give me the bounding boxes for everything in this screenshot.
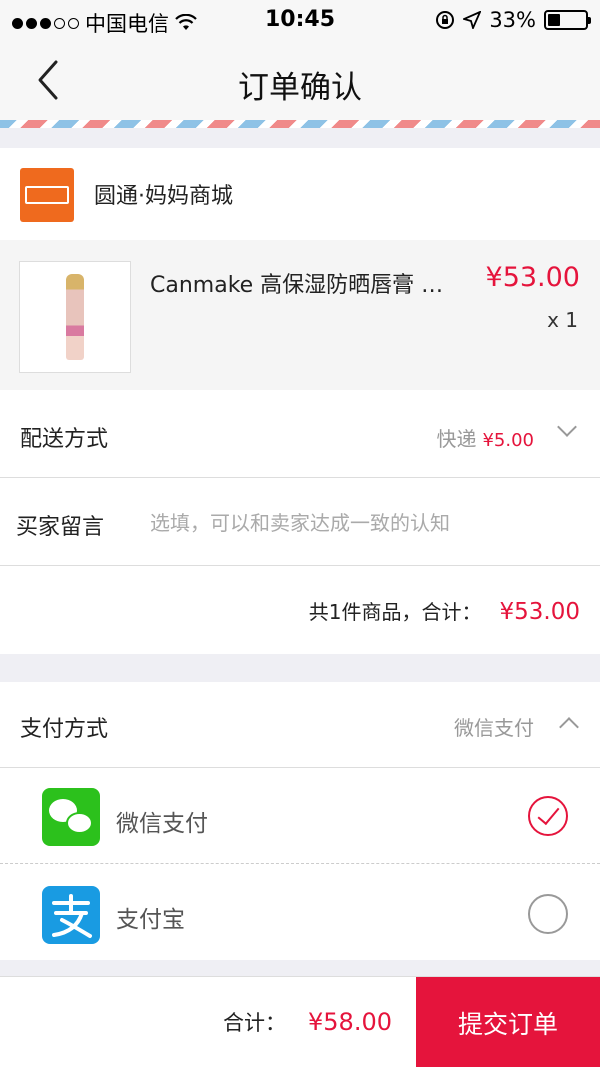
product-quantity: x 1 xyxy=(547,308,578,332)
battery-icon xyxy=(544,10,591,30)
shop-row[interactable]: 圆通·妈妈商城 xyxy=(0,148,600,240)
message-input[interactable] xyxy=(150,503,570,543)
page-title: 订单确认 xyxy=(238,70,362,106)
airmail-divider xyxy=(0,120,600,128)
order-total: 合计： ¥58.00 xyxy=(223,1007,392,1037)
alipay-icon xyxy=(42,886,100,944)
payment-selected: 微信支付 xyxy=(454,716,534,740)
wechat-icon xyxy=(42,788,100,846)
total-label: 合计： xyxy=(223,1011,287,1035)
payment-option-label: 支付宝 xyxy=(116,907,185,933)
payment-option-label: 微信支付 xyxy=(116,811,208,837)
summary-text: 共1件商品，合计： xyxy=(308,600,482,624)
chevron-up-icon xyxy=(559,717,579,737)
product-image xyxy=(19,261,131,373)
location-arrow-icon xyxy=(463,11,482,29)
delivery-fee: ¥5.00 xyxy=(482,430,534,451)
delivery-row[interactable]: 配送方式 快递 ¥5.00 xyxy=(0,390,600,478)
status-bar: 中国电信 10:45 33% xyxy=(0,0,600,40)
radio-checked-icon[interactable] xyxy=(528,796,568,836)
total-amount: ¥58.00 xyxy=(308,1008,392,1036)
submit-order-button[interactable]: 提交订单 xyxy=(416,977,600,1067)
order-summary: 共1件商品，合计： ¥53.00 xyxy=(309,596,580,625)
radio-unchecked-icon[interactable] xyxy=(528,894,568,934)
delivery-value: 快递 ¥5.00 xyxy=(436,423,534,452)
payment-label: 支付方式 xyxy=(20,717,109,742)
rotation-lock-icon xyxy=(436,11,455,29)
order-summary-row: 共1件商品，合计： ¥53.00 xyxy=(0,566,600,654)
delivery-label: 配送方式 xyxy=(20,427,109,452)
status-right: 33% xyxy=(435,8,591,32)
chevron-down-icon xyxy=(557,417,577,437)
payment-method-row[interactable]: 支付方式 微信支付 xyxy=(0,682,600,768)
bottom-bar: 合计： ¥58.00 提交订单 xyxy=(0,976,600,1067)
delivery-method: 快递 xyxy=(436,427,477,451)
message-label: 买家留言 xyxy=(16,515,105,540)
summary-amount: ¥53.00 xyxy=(499,599,580,625)
battery-percent: 33% xyxy=(489,8,536,32)
message-row: 买家留言 xyxy=(0,478,600,566)
product-name: Canmake 高保湿防晒唇膏 … xyxy=(150,273,444,298)
shop-name: 圆通·妈妈商城 xyxy=(94,184,233,209)
product-price: ¥53.00 xyxy=(485,262,580,293)
payment-option-wechat[interactable]: 微信支付 xyxy=(0,768,600,864)
payment-option-alipay[interactable]: 支付宝 xyxy=(0,864,600,960)
nav-bar: 订单确认 xyxy=(0,40,600,120)
shop-logo xyxy=(20,168,74,222)
